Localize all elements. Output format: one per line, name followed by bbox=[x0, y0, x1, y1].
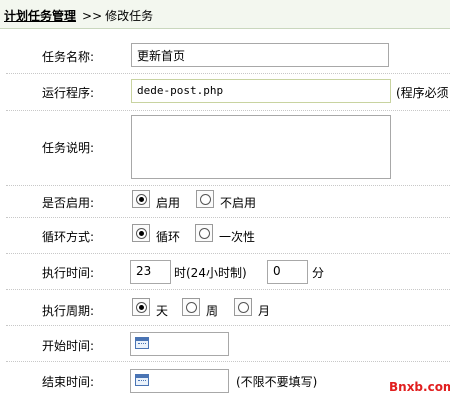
cycle-label: 循环方式: bbox=[42, 230, 95, 244]
enabled-no-radio[interactable] bbox=[196, 190, 214, 208]
task-name-label: 任务名称: bbox=[42, 50, 95, 64]
end-time-row: 结束时间: (不限不要填写) bbox=[6, 362, 450, 397]
cycle-once-label[interactable]: 一次性 bbox=[219, 228, 255, 245]
program-label: 运行程序: bbox=[42, 86, 95, 100]
radio-checked-icon bbox=[136, 228, 147, 239]
cycle-loop-label[interactable]: 循环 bbox=[156, 228, 180, 245]
calendar-icon[interactable] bbox=[135, 374, 149, 386]
description-row: 任务说明: bbox=[6, 111, 450, 186]
start-time-label: 开始时间: bbox=[42, 339, 95, 353]
period-week-label[interactable]: 周 bbox=[206, 302, 218, 319]
cycle-once-radio[interactable] bbox=[195, 224, 213, 242]
end-time-hint: (不限不要填写) bbox=[236, 375, 318, 389]
radio-unchecked-icon bbox=[238, 302, 249, 313]
program-row: 运行程序: dede-post.php (程序必须 bbox=[6, 74, 450, 111]
page-header: 计划任务管理 >> 修改任务 bbox=[0, 0, 450, 29]
radio-unchecked-icon bbox=[186, 302, 197, 313]
period-day-radio[interactable] bbox=[132, 298, 150, 316]
watermark: Bnxb.com bbox=[389, 380, 450, 394]
description-label: 任务说明: bbox=[42, 141, 95, 155]
radio-checked-icon bbox=[136, 302, 147, 313]
period-row: 执行周期: 天 周 月 bbox=[6, 290, 450, 326]
description-textarea[interactable] bbox=[131, 115, 391, 179]
enabled-yes-radio[interactable] bbox=[132, 190, 150, 208]
exec-minute-unit: 分 bbox=[312, 266, 325, 280]
period-week-radio[interactable] bbox=[182, 298, 200, 316]
exec-time-label: 执行时间: bbox=[42, 266, 95, 280]
enabled-yes-label[interactable]: 启用 bbox=[156, 194, 180, 211]
breadcrumb: 计划任务管理 >> 修改任务 bbox=[4, 7, 153, 24]
task-name-row: 任务名称: 更新首页 bbox=[6, 38, 450, 74]
exec-minute-input[interactable]: 0 bbox=[267, 260, 308, 284]
calendar-icon[interactable] bbox=[135, 337, 149, 349]
radio-checked-icon bbox=[136, 194, 147, 205]
enabled-no-label[interactable]: 不启用 bbox=[220, 194, 256, 211]
start-time-row: 开始时间: bbox=[6, 326, 450, 362]
task-name-input[interactable]: 更新首页 bbox=[131, 43, 389, 67]
radio-unchecked-icon bbox=[200, 194, 211, 205]
period-day-label[interactable]: 天 bbox=[156, 302, 168, 319]
exec-hour-unit: 时(24小时制) bbox=[174, 266, 247, 280]
radio-unchecked-icon bbox=[199, 228, 210, 239]
program-input[interactable]: dede-post.php bbox=[131, 79, 391, 103]
end-time-label: 结束时间: bbox=[42, 375, 95, 389]
end-time-input[interactable] bbox=[130, 369, 229, 393]
breadcrumb-parent-link[interactable]: 计划任务管理 bbox=[4, 9, 76, 23]
breadcrumb-current: 修改任务 bbox=[105, 9, 154, 23]
period-month-label[interactable]: 月 bbox=[258, 302, 270, 319]
start-time-input[interactable] bbox=[130, 332, 229, 356]
breadcrumb-separator: >> bbox=[82, 9, 103, 23]
exec-hour-input[interactable]: 23 bbox=[130, 260, 171, 284]
enabled-label: 是否启用: bbox=[42, 196, 95, 210]
program-note: (程序必须 bbox=[396, 86, 449, 100]
enabled-row: 是否启用: 启用 不启用 bbox=[6, 186, 450, 218]
cycle-row: 循环方式: 循环 一次性 bbox=[6, 218, 450, 254]
exec-time-row: 执行时间: 23 时(24小时制) 0 分 bbox=[6, 254, 450, 290]
period-month-radio[interactable] bbox=[234, 298, 252, 316]
cycle-loop-radio[interactable] bbox=[132, 224, 150, 242]
period-label: 执行周期: bbox=[42, 304, 95, 318]
